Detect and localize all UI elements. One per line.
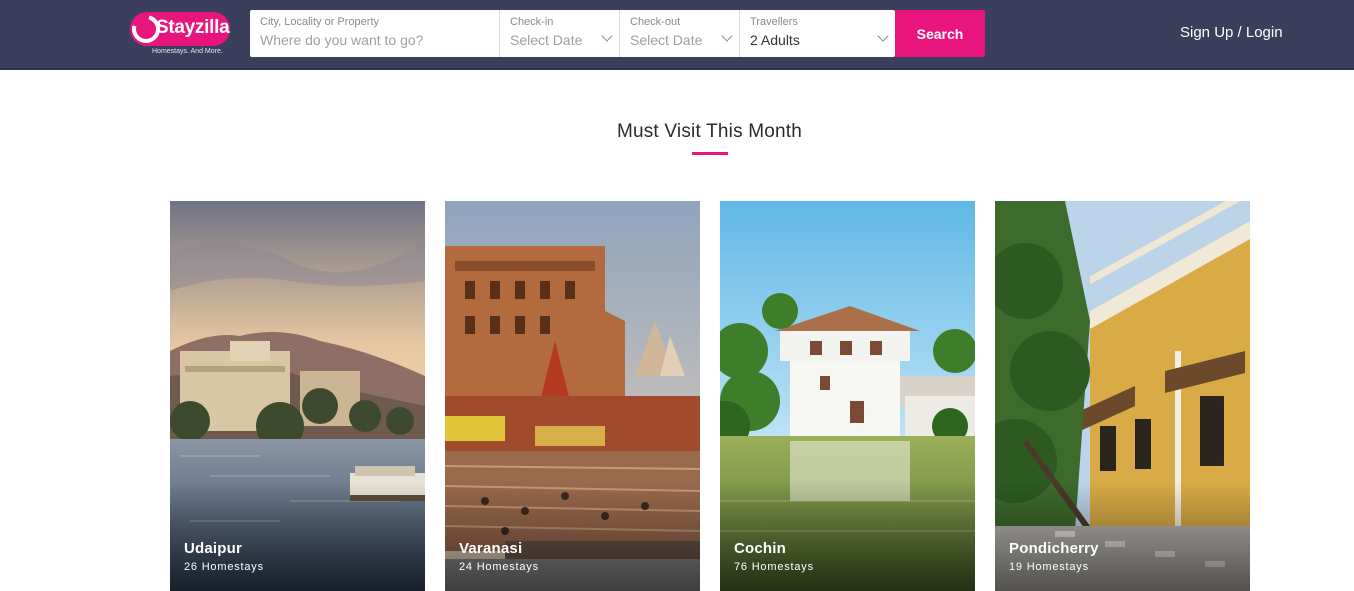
checkout-value[interactable]: Select Date	[630, 29, 729, 51]
destination-card-pondicherry[interactable]: Pondicherry 19 Homestays	[995, 201, 1250, 591]
section-title: Must Visit This Month	[616, 121, 803, 142]
homestay-count: 24 Homestays	[459, 561, 539, 573]
title-underline	[692, 152, 728, 155]
destination-name: Udaipur	[184, 540, 243, 557]
homestay-count: 76 Homestays	[734, 561, 814, 573]
travellers-select[interactable]: Travellers 2 Adults	[740, 10, 895, 57]
destination-name: Varanasi	[459, 540, 523, 557]
logo-tagline: Homestays. And More.	[152, 48, 223, 55]
checkout-field[interactable]: Check-out Select Date	[620, 10, 740, 57]
destination-card-udaipur[interactable]: Udaipur 26 Homestays	[170, 201, 425, 591]
destination-card-cochin[interactable]: Cochin 76 Homestays	[720, 201, 975, 591]
city-search-field[interactable]: City, Locality or Property Where do you …	[250, 10, 500, 57]
checkout-label: Check-out	[630, 16, 681, 28]
search-button[interactable]: Search	[895, 10, 985, 57]
travellers-label: Travellers	[750, 16, 798, 28]
city-label: City, Locality or Property	[260, 16, 380, 28]
card-overlay	[445, 481, 700, 591]
destination-name: Cochin	[734, 540, 787, 557]
city-input[interactable]: Where do you want to go?	[260, 29, 489, 51]
stayzilla-logo[interactable]: Stayzilla Homestays. And More.	[126, 9, 232, 58]
destination-card-varanasi[interactable]: Varanasi 24 Homestays	[445, 201, 700, 591]
homestay-count: 26 Homestays	[184, 561, 264, 573]
card-overlay	[170, 481, 425, 591]
signup-login-link[interactable]: Sign Up / Login	[1180, 24, 1283, 41]
destination-name: Pondicherry	[1009, 540, 1099, 557]
card-overlay	[995, 481, 1250, 591]
travellers-value[interactable]: 2 Adults	[750, 29, 885, 51]
checkin-field[interactable]: Check-in Select Date	[500, 10, 620, 57]
top-navbar: Stayzilla Homestays. And More. City, Loc…	[0, 0, 1354, 70]
card-overlay	[720, 481, 975, 591]
checkin-value[interactable]: Select Date	[510, 29, 609, 51]
checkin-label: Check-in	[510, 16, 554, 28]
homestay-count: 19 Homestays	[1009, 561, 1089, 573]
logo-text: Stayzilla	[156, 17, 230, 38]
search-bar: City, Locality or Property Where do you …	[250, 10, 895, 57]
